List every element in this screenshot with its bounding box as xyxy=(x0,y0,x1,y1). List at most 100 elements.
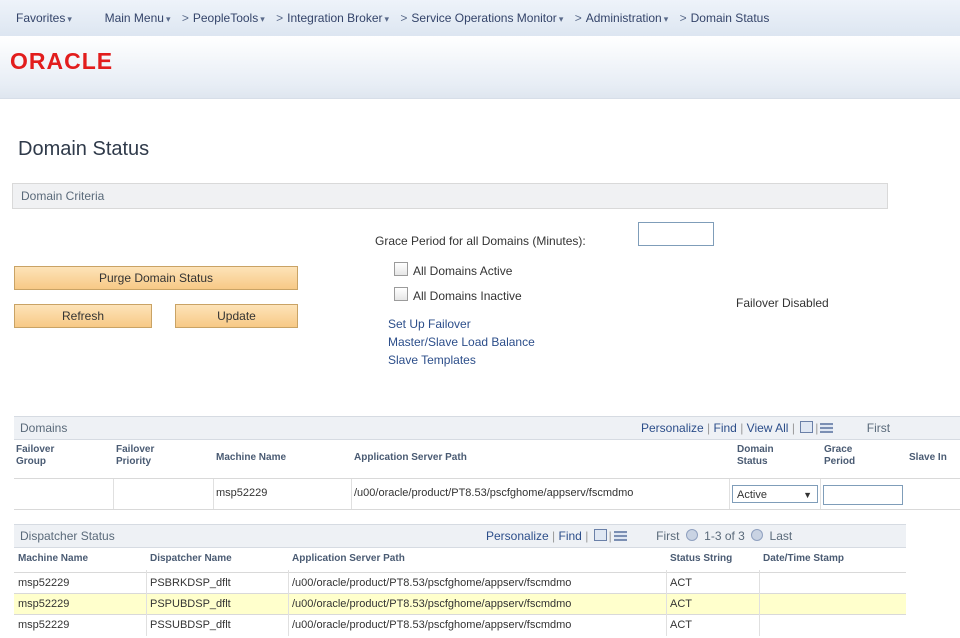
main-menu-label: Main Menu xyxy=(104,11,164,25)
branding-header xyxy=(0,36,960,99)
chevron-down-icon: ▾ xyxy=(165,14,171,24)
domains-grid-toolbar: Personalize | Find | View All | | First xyxy=(641,421,891,435)
row-divider xyxy=(14,614,906,615)
breadcrumb-separator-icon: > xyxy=(276,11,284,25)
breadcrumb-domain-status[interactable]: Domain Status xyxy=(691,11,770,25)
row-divider xyxy=(14,509,960,510)
grace-period-label: Grace Period for all Domains (Minutes): xyxy=(375,234,586,248)
column-divider xyxy=(146,570,147,636)
column-divider xyxy=(351,479,352,509)
personalize-link[interactable]: Personalize xyxy=(641,421,704,435)
dispatcher-status: ACT xyxy=(670,598,692,610)
col-domain-status: Domain Status xyxy=(737,444,774,467)
domain-status-select[interactable]: Active ▼ xyxy=(732,485,818,503)
col-grace-period: Grace Period xyxy=(824,444,856,467)
section-label: Domain Criteria xyxy=(21,189,105,203)
domains-grid-header: Domains Personalize | Find | View All | … xyxy=(14,416,960,440)
grace-period-field[interactable] xyxy=(823,485,903,505)
main-menu[interactable]: Main Menu ▾ xyxy=(105,11,175,25)
zoom-icon[interactable] xyxy=(800,421,814,433)
chevron-down-icon: ▾ xyxy=(260,14,265,24)
column-divider xyxy=(759,570,760,636)
chevron-down-icon: ▼ xyxy=(803,490,812,500)
oracle-logo: ORACLE xyxy=(10,48,114,74)
find-link[interactable]: Find xyxy=(559,529,582,543)
breadcrumb-service-operations-monitor[interactable]: Service Operations Monitor xyxy=(411,11,556,25)
dispatcher-status: ACT xyxy=(670,577,692,589)
first-label: First xyxy=(866,421,891,435)
zoom-icon[interactable] xyxy=(593,529,607,541)
personalize-link[interactable]: Personalize xyxy=(486,529,549,543)
dispatcher-app-server-path: /u00/oracle/product/PT8.53/pscfghome/app… xyxy=(292,598,572,610)
favorites-label: Favorites xyxy=(16,11,66,25)
refresh-button[interactable]: Refresh xyxy=(14,304,152,328)
grace-period-input[interactable] xyxy=(638,222,714,246)
favorites-menu[interactable]: Favorites ▾ xyxy=(16,11,76,25)
find-link[interactable]: Find xyxy=(714,421,737,435)
download-grid-icon[interactable] xyxy=(820,423,834,433)
dispatcher-name: PSBRKDSP_dflt xyxy=(150,577,231,589)
previous-page-icon[interactable] xyxy=(685,529,698,541)
column-divider xyxy=(113,479,114,509)
master-slave-load-balance-link[interactable]: Master/Slave Load Balance xyxy=(388,335,535,349)
all-domains-active-label: All Domains Active xyxy=(413,264,513,278)
dispatcher-app-server-path: /u00/oracle/product/PT8.53/pscfghome/app… xyxy=(292,577,572,589)
view-all-link[interactable]: View All xyxy=(747,421,789,435)
row-range: 1-3 of 3 xyxy=(704,529,745,543)
row-divider xyxy=(14,572,906,573)
col-application-server-path: Application Server Path xyxy=(292,553,405,564)
column-divider xyxy=(213,479,214,509)
domains-grid-title: Domains xyxy=(20,421,68,435)
column-divider xyxy=(666,570,667,636)
all-domains-inactive-checkbox[interactable] xyxy=(394,287,408,301)
all-domains-inactive-label: All Domains Inactive xyxy=(413,289,522,303)
dispatcher-status: ACT xyxy=(670,619,692,631)
next-page-icon[interactable] xyxy=(751,529,764,541)
col-machine-name: Machine Name xyxy=(216,452,287,463)
update-button[interactable]: Update xyxy=(175,304,298,328)
slave-templates-link[interactable]: Slave Templates xyxy=(388,353,476,367)
download-grid-icon[interactable] xyxy=(613,531,627,541)
dispatcher-grid-title: Dispatcher Status xyxy=(20,529,115,543)
dispatcher-grid-toolbar: Personalize | Find | | First 1-3 of 3 La… xyxy=(486,529,793,543)
dispatcher-grid-header: Dispatcher Status Personalize | Find | |… xyxy=(14,524,906,548)
breadcrumb: Favorites ▾ Main Menu ▾ > PeopleTools ▾ > Int… xyxy=(16,11,769,25)
breadcrumb-separator-icon: > xyxy=(679,11,687,25)
dispatcher-machine-name: msp52229 xyxy=(18,619,70,631)
domain-criteria-section-header: Domain Criteria xyxy=(12,183,888,209)
chevron-down-icon: ▾ xyxy=(558,14,564,24)
column-divider xyxy=(288,570,289,636)
set-up-failover-link[interactable]: Set Up Failover xyxy=(388,317,471,331)
last-label: Last xyxy=(769,529,793,543)
breadcrumb-separator-icon: > xyxy=(400,11,408,25)
domain-status-value: Active xyxy=(737,489,767,501)
all-domains-active-checkbox[interactable] xyxy=(394,262,408,276)
page-title: Domain Status xyxy=(18,138,150,160)
purge-domain-status-button[interactable]: Purge Domain Status xyxy=(14,266,298,290)
dispatcher-machine-name: msp52229 xyxy=(18,577,70,589)
column-divider xyxy=(820,479,821,509)
col-failover-group: Failover Group xyxy=(16,444,55,467)
dispatcher-name: PSPUBDSP_dflt xyxy=(150,598,231,610)
breadcrumb-peopletools[interactable]: PeopleTools xyxy=(193,11,258,25)
column-divider xyxy=(729,479,730,509)
breadcrumb-separator-icon: > xyxy=(574,11,582,25)
col-date-time-stamp: Date/Time Stamp xyxy=(763,553,844,564)
failover-status-text: Failover Disabled xyxy=(736,296,829,310)
first-label: First xyxy=(656,529,680,543)
breadcrumb-separator-icon: > xyxy=(181,11,189,25)
domain-app-server-path: /u00/oracle/product/PT8.53/pscfghome/app… xyxy=(354,487,634,499)
row-divider xyxy=(14,478,960,479)
row-divider xyxy=(14,593,906,594)
chevron-down-icon: ▾ xyxy=(384,14,390,24)
col-application-server-path: Application Server Path xyxy=(354,452,467,463)
dispatcher-name: PSSUBDSP_dflt xyxy=(150,619,231,631)
dispatcher-app-server-path: /u00/oracle/product/PT8.53/pscfghome/app… xyxy=(292,619,572,631)
col-dispatcher-name: Dispatcher Name xyxy=(150,553,232,564)
chevron-down-icon: ▾ xyxy=(67,14,72,24)
breadcrumb-integration-broker[interactable]: Integration Broker xyxy=(287,11,382,25)
domain-machine-name: msp52229 xyxy=(216,487,268,499)
top-navigation-bar: Favorites ▾ Main Menu ▾ > PeopleTools ▾ > Int… xyxy=(0,0,960,36)
chevron-down-icon: ▾ xyxy=(663,14,669,24)
breadcrumb-administration[interactable]: Administration xyxy=(586,11,662,25)
